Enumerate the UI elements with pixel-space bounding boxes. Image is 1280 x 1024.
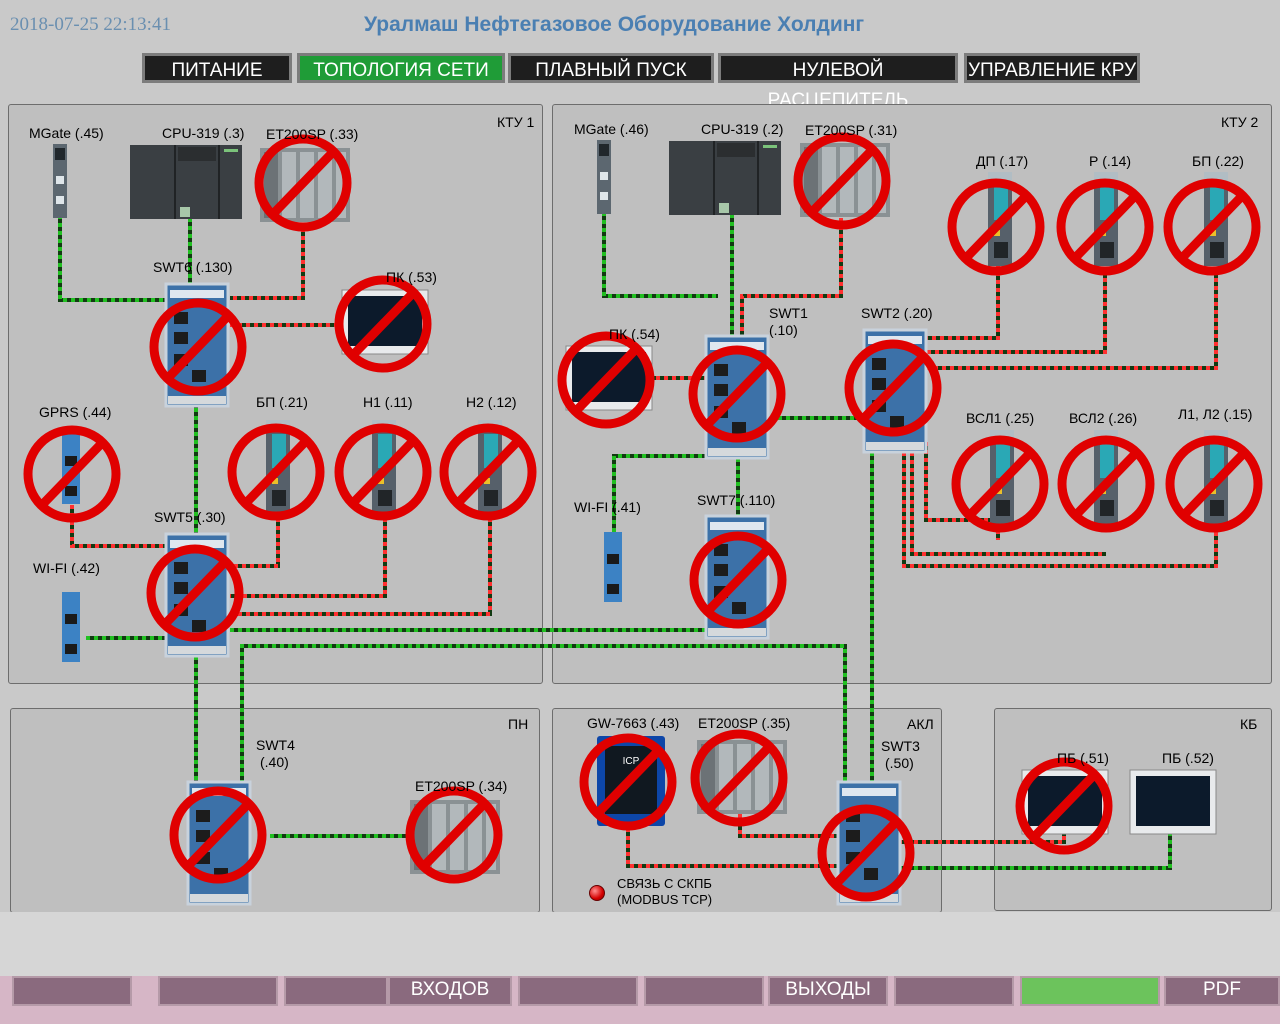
bottom-button-outputs[interactable]: ВЫХОДЫ <box>768 976 888 1006</box>
label-swt3-ip: (.50) <box>885 755 914 771</box>
bottom-button-1[interactable] <box>12 976 132 1006</box>
label-pb-51: ПБ (.51) <box>1057 750 1109 766</box>
bottom-button-3[interactable] <box>284 976 388 1006</box>
wifi-42-icon <box>62 592 80 662</box>
label-swt6: SWT6 (.130) <box>153 259 233 275</box>
cpu-319-2-icon <box>669 141 781 215</box>
label-pb-52: ПБ (.52) <box>1162 750 1214 766</box>
label-et200sp-34: ET200SP (.34) <box>415 778 508 794</box>
label-bp-22: БП (.22) <box>1192 153 1244 169</box>
label-pk-54: ПК (.54) <box>609 326 660 342</box>
label-l1-l2: Л1, Л2 (.15) <box>1178 406 1253 422</box>
link-status-line-2: (MODBUS TCP) <box>617 892 713 907</box>
link-status-indicator <box>589 885 605 901</box>
bottom-button-6[interactable] <box>644 976 764 1006</box>
label-cpu-2: CPU-319 (.2) <box>701 121 784 137</box>
bottom-button-pdf[interactable]: PDF <box>1164 976 1280 1006</box>
cpu-319-3-icon <box>130 145 242 219</box>
label-vsl2: ВСЛ2 (.26) <box>1069 410 1138 426</box>
mgate-46-icon <box>597 140 611 214</box>
bottom-button-5[interactable] <box>518 976 638 1006</box>
label-wifi-41: WI-FI (.41) <box>574 499 641 515</box>
label-cpu-3: CPU-319 (.3) <box>162 125 245 141</box>
link-status-line-1: СВЯЗЬ С СКПБ <box>617 876 712 891</box>
label-swt2: SWT2 (.20) <box>861 305 933 321</box>
label-bp-21: БП (.21) <box>256 394 308 410</box>
label-et200sp-33: ET200SP (.33) <box>266 126 359 142</box>
mgate-45-icon <box>53 144 67 218</box>
label-dp-17: ДП (.17) <box>976 153 1029 169</box>
label-p-14: Р (.14) <box>1089 153 1132 169</box>
link-status-label: СВЯЗЬ С СКПБ (MODBUS TCP) <box>617 876 712 908</box>
label-et200sp-31: ET200SP (.31) <box>805 122 898 138</box>
bottom-button-active[interactable] <box>1020 976 1160 1006</box>
label-et200sp-35: ET200SP (.35) <box>698 715 791 731</box>
bottom-button-inputs[interactable]: ВХОДОВ <box>388 976 512 1006</box>
label-gw-7663: GW-7663 (.43) <box>587 715 680 731</box>
bottom-button-2[interactable] <box>158 976 278 1006</box>
label-swt4-ip: (.40) <box>260 754 289 770</box>
label-vsl1: ВСЛ1 (.25) <box>966 410 1035 426</box>
label-swt5: SWT5 (.30) <box>154 509 226 525</box>
label-swt1-ip: (.10) <box>769 322 798 338</box>
label-swt4: SWT4 <box>256 737 295 753</box>
label-mgate-46: MGate (.46) <box>574 121 649 137</box>
label-swt1: SWT1 <box>769 305 808 321</box>
label-wifi-42: WI-FI (.42) <box>33 560 100 576</box>
bottom-button-8[interactable] <box>894 976 1014 1006</box>
label-swt3: SWT3 <box>881 738 920 754</box>
label-h2: Н2 (.12) <box>466 394 517 410</box>
label-swt7: SWT7 (.110) <box>697 492 776 508</box>
bottom-strip <box>0 912 1280 976</box>
label-h1: Н1 (.11) <box>363 394 413 410</box>
label-pk-53: ПК (.53) <box>386 269 437 285</box>
label-mgate-45: MGate (.45) <box>29 125 104 141</box>
pb-52-panel-icon <box>1129 769 1217 835</box>
label-gprs: GPRS (.44) <box>39 404 112 420</box>
wifi-41-icon <box>604 532 622 602</box>
